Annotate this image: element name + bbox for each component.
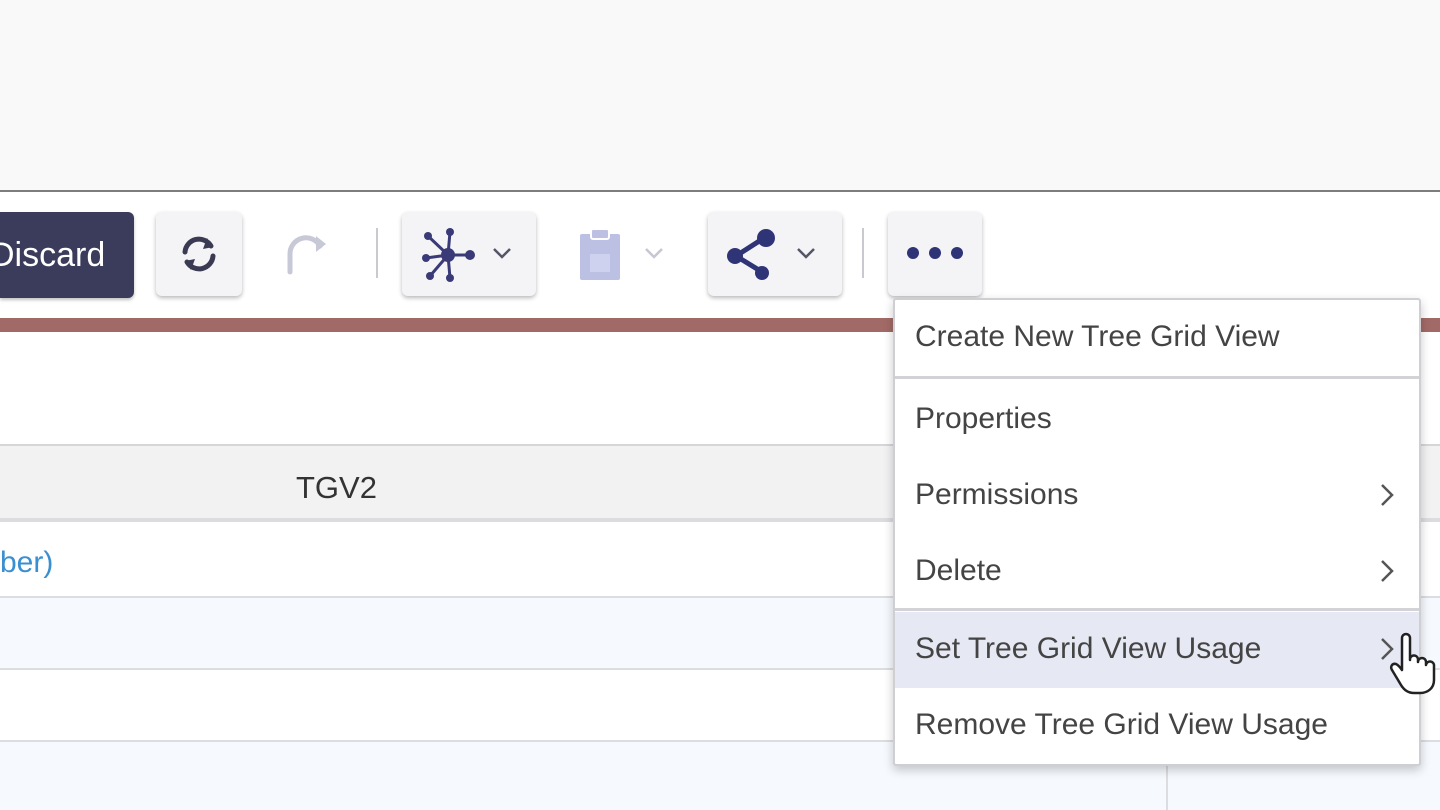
menu-item-remove-tree-grid-view-usage[interactable]: Remove Tree Grid View Usage: [895, 688, 1419, 764]
menu-item-label: Properties: [915, 402, 1052, 435]
clipboard-icon: [580, 228, 620, 280]
redo-button[interactable]: [266, 212, 352, 296]
more-options-icon: [907, 247, 963, 259]
menu-item-permissions[interactable]: Permissions: [895, 458, 1419, 534]
menu-item-delete[interactable]: Delete: [895, 534, 1419, 610]
chevron-down-icon: [645, 248, 663, 259]
network-icon: [422, 228, 475, 282]
redo-icon: [287, 235, 326, 275]
menu-item-label: Remove Tree Grid View Usage: [915, 708, 1328, 741]
toolbar-separator: [862, 228, 864, 278]
chevron-right-icon: [1381, 484, 1394, 506]
clipboard-dropdown-button[interactable]: [556, 212, 686, 296]
menu-item-create-new-tree-grid-view[interactable]: Create New Tree Grid View: [895, 300, 1419, 376]
menu-divider: [895, 608, 1419, 611]
discard-button[interactable]: Discard: [0, 212, 134, 298]
refresh-icon: [182, 236, 216, 272]
menu-item-properties[interactable]: Properties: [895, 382, 1419, 458]
share-dropdown-button[interactable]: [708, 212, 842, 296]
menu-item-label: Set Tree Grid View Usage: [915, 632, 1262, 665]
top-blank-area: [0, 0, 1440, 190]
hand-cursor-icon: [1389, 632, 1436, 695]
network-dropdown-button[interactable]: [402, 212, 536, 296]
refresh-button[interactable]: [156, 212, 242, 296]
share-icon: [727, 229, 775, 280]
chevron-right-icon: [1381, 560, 1394, 582]
more-options-button[interactable]: [888, 212, 982, 296]
context-menu: Create New Tree Grid View Properties Per…: [893, 298, 1421, 766]
menu-item-label: Create New Tree Grid View: [915, 320, 1280, 353]
menu-item-label: Delete: [915, 554, 1002, 587]
chevron-down-icon: [493, 248, 511, 259]
row-link[interactable]: ber): [0, 546, 53, 580]
column-header-tgv2[interactable]: TGV2: [296, 470, 377, 506]
chevron-down-icon: [797, 248, 815, 259]
menu-item-set-tree-grid-view-usage[interactable]: Set Tree Grid View Usage: [895, 612, 1419, 688]
menu-divider: [895, 376, 1419, 379]
menu-item-label: Permissions: [915, 478, 1079, 511]
toolbar-separator: [376, 228, 378, 278]
